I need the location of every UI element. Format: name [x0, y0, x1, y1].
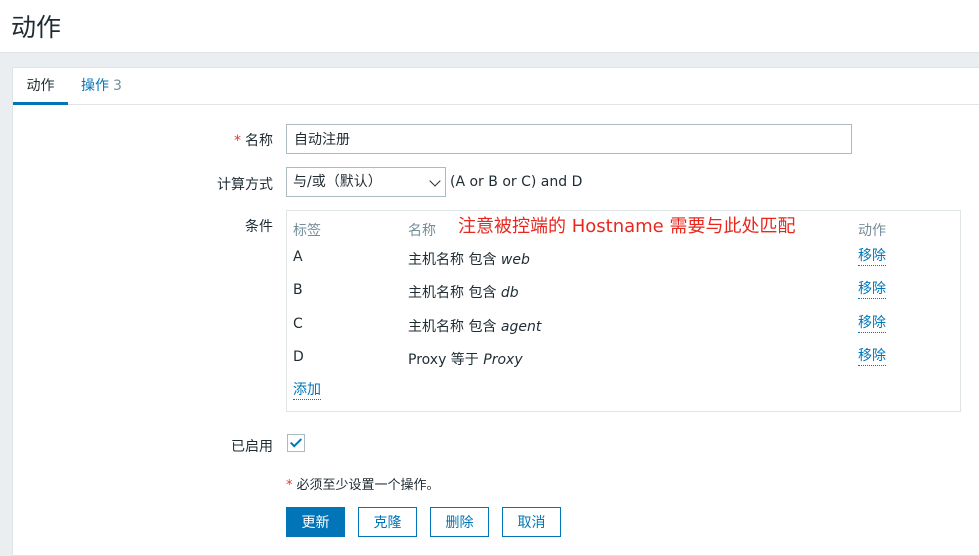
name-input[interactable] [286, 124, 852, 154]
action-form-card: 动作 操作3 *名称 计算方式 与/或（默认） (A or B or C) an… [12, 67, 979, 556]
page-header: 动作 [0, 0, 979, 53]
tab-operations[interactable]: 操作 3 [81, 68, 122, 105]
checkmark-icon [289, 435, 303, 448]
row-c-label: C [293, 316, 303, 332]
enabled-checkbox[interactable] [287, 434, 305, 452]
update-button[interactable]: 更新 [286, 507, 345, 537]
clone-button[interactable]: 克隆 [358, 507, 417, 537]
row-a-remove-link[interactable]: 移除 [858, 248, 886, 266]
row-a-label: A [293, 249, 303, 265]
enabled-label: 已启用 [231, 439, 273, 455]
row-d-name: Proxy 等于 Proxy [408, 352, 523, 368]
add-condition-link[interactable]: 添加 [293, 382, 321, 400]
required-note-text: 必须至少设置一个操作。 [296, 478, 440, 493]
calc-label: 计算方式 [217, 177, 273, 193]
col-header-label: 标签 [293, 223, 321, 239]
row-a-name: 主机名称 包含 web [408, 252, 530, 268]
tab-action[interactable]: 动作 [13, 68, 68, 105]
tab-operations-count: 3 [113, 78, 122, 94]
required-asterisk: * [286, 478, 293, 493]
annotation-text: 注意被控端的 Hostname 需要与此处匹配 [458, 216, 796, 237]
page-title: 动作 [11, 13, 62, 42]
tab-operations-label: 操作 [81, 78, 109, 94]
cancel-button[interactable]: 取消 [502, 507, 561, 537]
row-b-label: B [293, 282, 303, 298]
conditions-table: 标签 名称 动作 A 主机名称 包含 web 移除 B 主机名称 包含 db 移… [286, 210, 961, 412]
tab-action-label: 动作 [26, 78, 55, 94]
name-label: * 名称 [173, 130, 273, 150]
chevron-down-icon [429, 175, 441, 187]
row-c-name: 主机名称 包含 agent [408, 319, 542, 335]
row-c-remove-link[interactable]: 移除 [858, 315, 886, 333]
col-header-action: 动作 [858, 223, 886, 239]
required-note: * 必须至少设置一个操作。 [286, 474, 440, 493]
row-d-remove-link[interactable]: 移除 [858, 348, 886, 366]
row-d-label: D [293, 349, 304, 365]
calc-select-value: 与/或（默认） [293, 174, 382, 190]
conditions-label: 条件 [245, 219, 273, 235]
col-header-name: 名称 [408, 223, 436, 239]
formula-text: (A or B or C) and D [450, 174, 583, 190]
tab-bar: 动作 操作 3 [13, 68, 979, 105]
row-b-remove-link[interactable]: 移除 [858, 281, 886, 299]
row-b-name: 主机名称 包含 db [408, 285, 519, 301]
name-label-text: 名称 [245, 133, 273, 149]
calc-select[interactable]: 与/或（默认） [286, 167, 446, 197]
required-asterisk: * [234, 133, 241, 149]
delete-button[interactable]: 删除 [430, 507, 489, 537]
